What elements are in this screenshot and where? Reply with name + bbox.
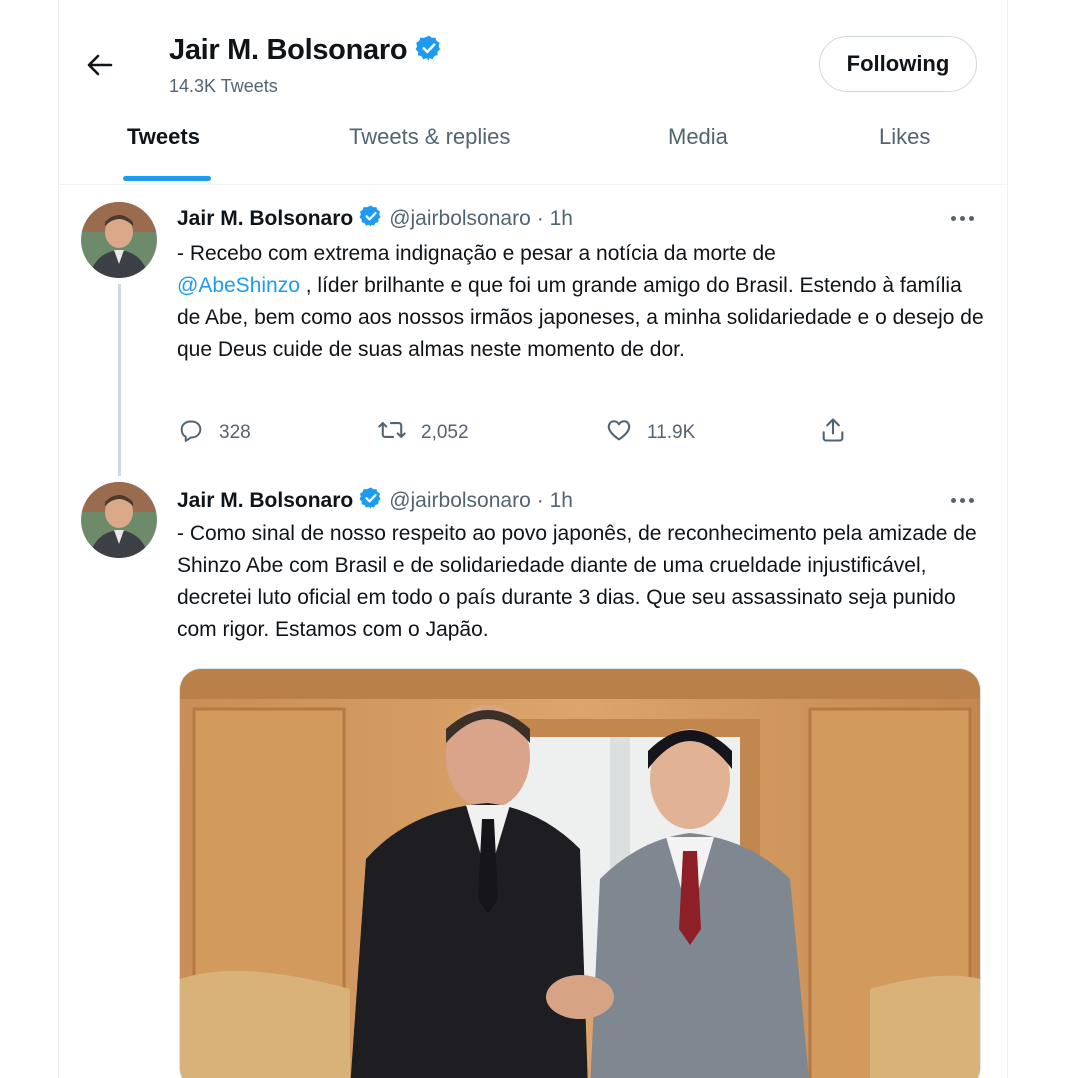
tweet-header: Jair M. Bolsonaro @jairbolsonaro · 1h: [177, 486, 573, 516]
tweet-author-name[interactable]: Jair M. Bolsonaro: [177, 489, 353, 513]
verified-badge-icon: [359, 204, 383, 234]
profile-tabs: Tweets Tweets & replies Media Likes: [59, 110, 1007, 185]
retweet-count: 2,052: [421, 422, 469, 443]
tab-likes[interactable]: Likes: [879, 124, 930, 150]
mention-link[interactable]: @AbeShinzo: [177, 274, 300, 297]
more-icon[interactable]: [951, 216, 974, 221]
tweet-author-handle[interactable]: @jairbolsonaro: [389, 207, 531, 231]
thread-line: [118, 284, 121, 476]
verified-badge-icon: [359, 486, 383, 516]
tweet-text-part: - Recebo com extrema indignação e pesar …: [177, 242, 776, 265]
back-arrow-icon[interactable]: [83, 48, 117, 82]
tab-tweets-replies[interactable]: Tweets & replies: [349, 124, 510, 150]
tweet-time[interactable]: · 1h: [537, 207, 573, 231]
avatar[interactable]: [81, 202, 157, 278]
tweet-actions: 328 2,052 11.9K: [177, 416, 877, 450]
reply-button[interactable]: 328: [177, 416, 251, 450]
like-button[interactable]: 11.9K: [605, 416, 695, 450]
tweet-author-name[interactable]: Jair M. Bolsonaro: [177, 207, 353, 231]
tweet-header: Jair M. Bolsonaro @jairbolsonaro · 1h: [177, 204, 573, 234]
more-icon[interactable]: [951, 498, 974, 503]
tweet-text: - Como sinal de nosso respeito ao povo j…: [177, 522, 977, 641]
tweet-text: - Recebo com extrema indignação e pesar …: [177, 238, 987, 366]
tweet-count: 14.3K Tweets: [169, 76, 278, 96]
photo-two-men-handshake: [180, 669, 980, 1078]
verified-badge-icon: [415, 34, 443, 67]
profile-timeline: Jair M. Bolsonaro 14.3K Tweets Following…: [58, 0, 1008, 1078]
share-button[interactable]: [819, 416, 847, 450]
reply-count: 328: [219, 422, 251, 443]
following-button[interactable]: Following: [819, 36, 977, 92]
retweet-icon: [377, 416, 407, 450]
retweet-button[interactable]: 2,052: [377, 416, 469, 450]
active-tab-indicator: [123, 176, 211, 181]
tab-media[interactable]: Media: [668, 124, 728, 150]
profile-name: Jair M. Bolsonaro: [169, 34, 408, 66]
share-icon: [819, 416, 847, 450]
profile-header-title: Jair M. Bolsonaro: [169, 34, 443, 67]
tweet[interactable]: Jair M. Bolsonaro @jairbolsonaro · 1h - …: [59, 186, 1007, 476]
tweet-author-handle[interactable]: @jairbolsonaro: [389, 489, 531, 513]
tab-tweets[interactable]: Tweets: [127, 124, 200, 150]
tweet-media-photo[interactable]: [179, 668, 981, 1078]
like-count: 11.9K: [647, 422, 696, 443]
avatar[interactable]: [81, 482, 157, 558]
like-icon: [605, 416, 633, 450]
reply-icon: [177, 416, 205, 450]
tweet-time[interactable]: · 1h: [537, 489, 573, 513]
